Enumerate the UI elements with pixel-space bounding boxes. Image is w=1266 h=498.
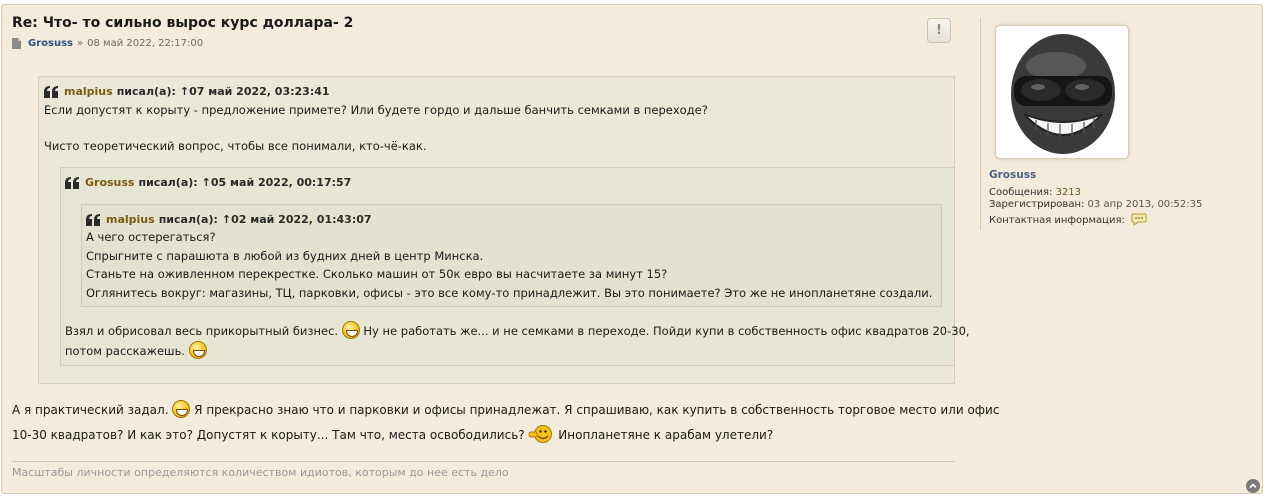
quote-said-label: писал(а): bbox=[138, 176, 198, 189]
quote-icon bbox=[86, 213, 100, 226]
post-body-line: А я практический задал. Я прекрасно знаю… bbox=[12, 398, 999, 423]
post-text: А я практический задал. bbox=[12, 403, 169, 417]
quote-line: Спрыгните с парашюта в любой из будних д… bbox=[86, 248, 484, 263]
profile-registered-label: Зарегистрирован: bbox=[989, 199, 1085, 210]
laughing-smiley-icon bbox=[341, 321, 360, 339]
quote-jump-arrow[interactable]: ↑ bbox=[202, 176, 211, 189]
profile-username[interactable]: Grosuss bbox=[989, 169, 1036, 181]
quote-level-3: malpius писал(а): ↑ 02 май 2022, 01:43:0… bbox=[81, 204, 942, 307]
quote-line: Если допустят к корыту - предложение при… bbox=[44, 103, 708, 117]
speech-bubble-icon[interactable] bbox=[1131, 213, 1147, 226]
post-meta: Grosuss » 08 май 2022, 22:17:00 bbox=[12, 38, 203, 49]
profile-registered-value: 03 апр 2013, 00:52:35 bbox=[1087, 199, 1203, 210]
quote-line: Чисто теоретический вопрос, чтобы все по… bbox=[44, 139, 427, 153]
post-body: А я практический задал. Я прекрасно знаю… bbox=[12, 398, 999, 448]
post-author-link[interactable]: Grosuss bbox=[28, 38, 73, 49]
report-button[interactable]: ! bbox=[927, 18, 951, 43]
quote-jump-arrow[interactable]: ↑ bbox=[222, 213, 231, 226]
quote-said-label: писал(а): bbox=[158, 213, 218, 226]
quote-author-link[interactable]: malpius bbox=[64, 85, 113, 98]
post-container: Re: Что- то сильно вырос курс доллара- 2… bbox=[1, 4, 1263, 494]
user-avatar[interactable] bbox=[995, 25, 1129, 159]
post-text: 10-30 квадратов? И как это? Допустят к к… bbox=[12, 428, 525, 442]
profile-contact-label: Контактная информация: bbox=[989, 215, 1125, 226]
grinning-smiley-icon bbox=[172, 400, 191, 418]
quote-icon bbox=[65, 176, 79, 189]
scroll-to-top-button[interactable] bbox=[1246, 479, 1260, 493]
quote-text: потом расскажешь. bbox=[65, 344, 185, 358]
pointing-smiley-icon bbox=[528, 425, 553, 443]
quote-jump-arrow[interactable]: ↑ bbox=[180, 85, 189, 98]
profile-registered: Зарегистрирован: 03 апр 2013, 00:52:35 bbox=[989, 199, 1202, 210]
quote-icon bbox=[44, 85, 58, 98]
quote-line: потом расскажешь. bbox=[65, 341, 207, 361]
quote-line: А чего остерегаться? bbox=[86, 230, 216, 244]
profile-contact: Контактная информация: bbox=[989, 213, 1147, 226]
quote-header: Grosuss писал(а): ↑ 05 май 2022, 00:17:5… bbox=[65, 176, 351, 189]
quote-line: Станьте на оживленном перекрестке. Сколь… bbox=[86, 267, 668, 281]
quote-said-label: писал(а): bbox=[116, 85, 176, 98]
helmet-avatar-image bbox=[1011, 34, 1115, 154]
profile-messages-label: Сообщения: bbox=[989, 187, 1053, 198]
quote-author-link[interactable]: Grosuss bbox=[85, 176, 134, 189]
post-document-icon[interactable] bbox=[12, 38, 21, 49]
quote-text: Взял и обрисовал весь прикорытный бизнес… bbox=[65, 324, 339, 338]
quote-author-link[interactable]: malpius bbox=[106, 213, 155, 226]
post-text: Я прекрасно знаю что и парковки и офисы … bbox=[194, 403, 1000, 417]
post-text: Инопланетяне к арабам улетели? bbox=[558, 428, 774, 442]
grinning-smiley-icon bbox=[188, 341, 207, 359]
quote-date: 07 май 2022, 03:23:41 bbox=[189, 85, 330, 98]
profile-messages-value[interactable]: 3213 bbox=[1056, 187, 1081, 198]
quote-date: 02 май 2022, 01:43:07 bbox=[231, 213, 372, 226]
post-body-line: 10-30 квадратов? И как это? Допустят к к… bbox=[12, 423, 999, 448]
profile-divider bbox=[980, 18, 981, 230]
quote-line: Взял и обрисовал весь прикорытный бизнес… bbox=[65, 321, 970, 341]
post-title[interactable]: Re: Что- то сильно вырос курс доллара- 2 bbox=[12, 15, 353, 31]
signature-divider bbox=[12, 461, 955, 462]
profile-messages: Сообщения: 3213 bbox=[989, 187, 1081, 198]
chevron-up-icon bbox=[1249, 483, 1257, 489]
post-date: 08 май 2022, 22:17:00 bbox=[87, 38, 204, 49]
quote-text: Ну не работать же... и не семками в пере… bbox=[363, 324, 970, 338]
quote-date: 05 май 2022, 00:17:57 bbox=[210, 176, 352, 189]
quote-header: malpius писал(а): ↑ 07 май 2022, 03:23:4… bbox=[44, 85, 330, 98]
quote-header: malpius писал(а): ↑ 02 май 2022, 01:43:0… bbox=[86, 213, 372, 226]
quote-line: Оглянитесь вокруг: магазины, ТЦ, парковк… bbox=[86, 285, 933, 300]
user-signature: Масштабы личности определяются количеств… bbox=[12, 466, 509, 479]
post-date-sep: » bbox=[77, 38, 84, 49]
